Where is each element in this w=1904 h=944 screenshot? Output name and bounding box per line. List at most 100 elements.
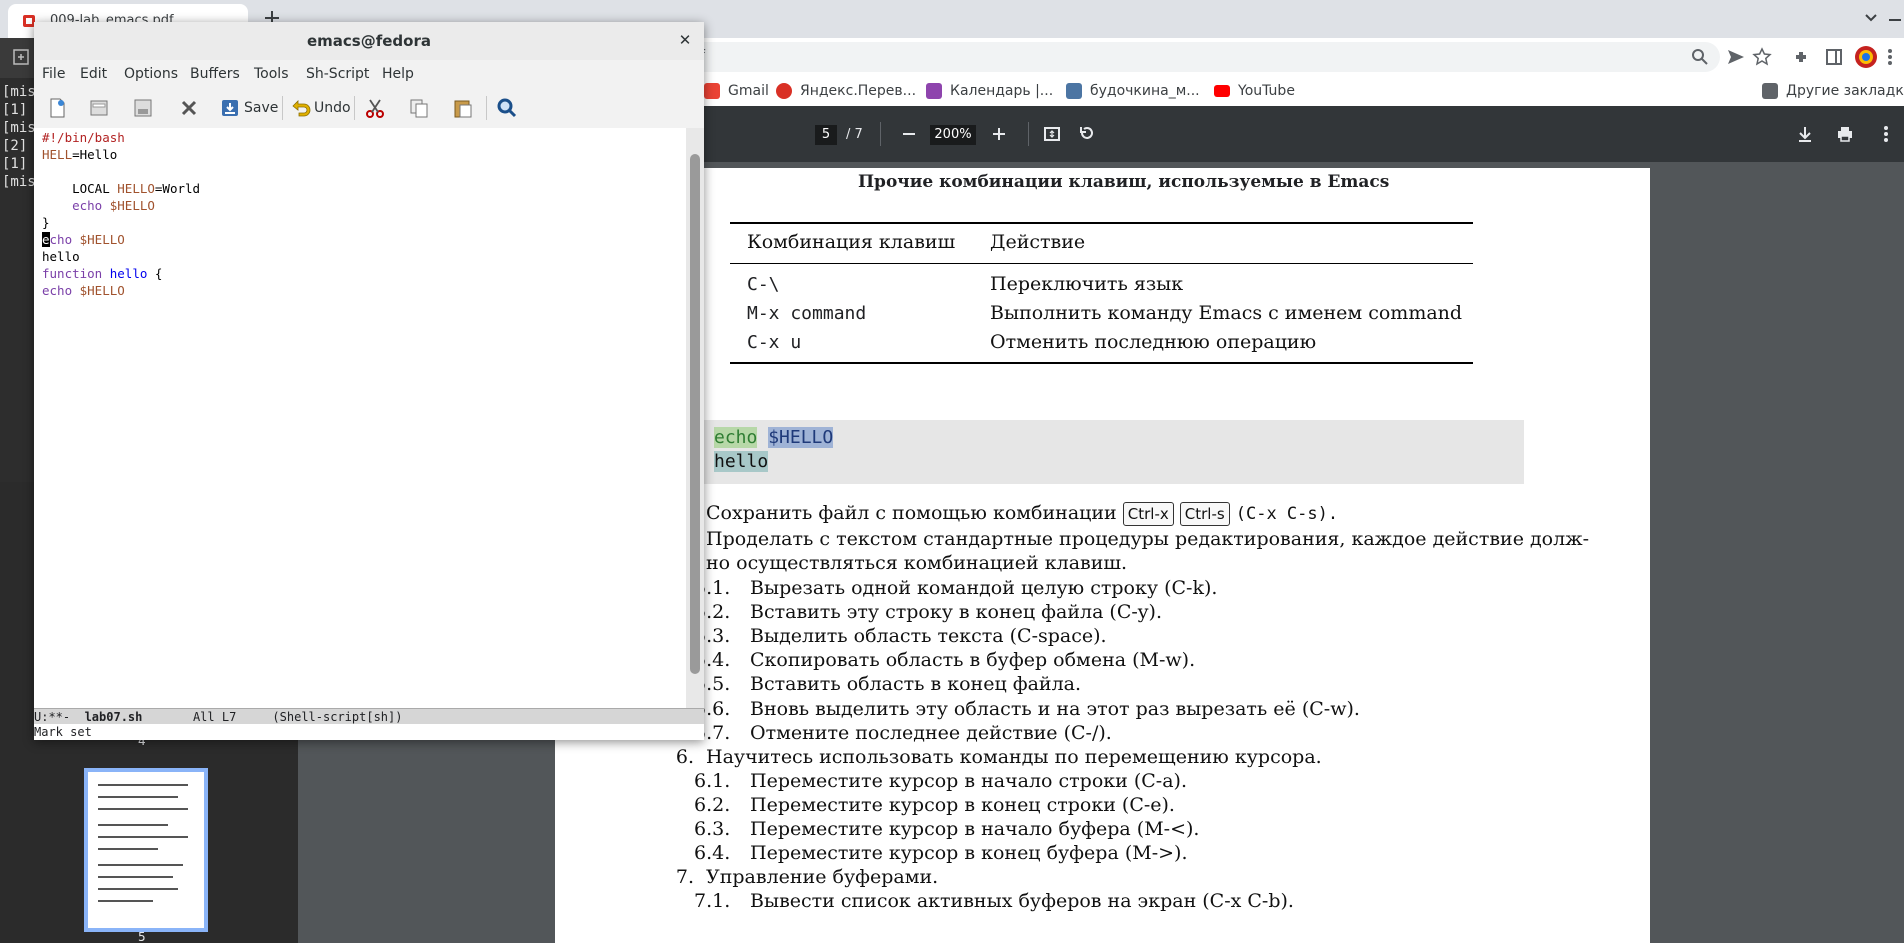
emacs-buffer[interactable]: #!/bin/bash HELL=Hello LOCAL HELLO=World… (34, 128, 686, 708)
thumbnail-text-line (98, 848, 158, 850)
paragraph-line: Проделать с текстом стандартные процедур… (706, 528, 1590, 550)
list-item-text: Вывести список активных буферов на экран… (750, 890, 1294, 912)
list-item-number: 7. (675, 866, 694, 888)
list-item-text: Управление буферами. (706, 866, 939, 888)
zoom-icon[interactable] (1690, 47, 1710, 67)
thumbnail-text-line (98, 864, 183, 866)
terminal-window[interactable]: [mis [1] [mis [2] [1] [mis (0, 38, 36, 482)
list-item-text: Переместите курсор в начало буфера (M-<)… (750, 818, 1200, 840)
address-bar[interactable]: f (680, 42, 1720, 72)
code-line: HELL=Hello (42, 147, 117, 162)
send-icon[interactable] (1726, 47, 1746, 67)
modeline-buffer-name: lab07.sh (84, 710, 143, 724)
terminal-line: [mis (2, 84, 36, 100)
list-item-number: 6.1. (694, 770, 731, 792)
list-item-text: Вставить эту строку в конец файла (C-y). (750, 601, 1162, 623)
table-cell-key: C-\ (747, 274, 780, 295)
save-button[interactable]: Save (220, 97, 278, 119)
profile-avatar[interactable] (1854, 45, 1878, 69)
code-text: =World (154, 181, 201, 196)
copy-icon[interactable] (408, 97, 430, 119)
bookmark-yandex-translate[interactable]: Яндекс.Перев... (776, 81, 916, 101)
print-icon[interactable] (1835, 124, 1855, 144)
terminal-tab[interactable] (0, 38, 34, 78)
code-line: #!/bin/bash (42, 130, 125, 145)
code-line: } (42, 215, 50, 230)
menu-tools[interactable]: Tools (254, 66, 289, 82)
code-keyword: echo (42, 283, 73, 298)
page-thumbnail[interactable] (84, 768, 208, 932)
bookmark-other-folder[interactable]: Другие закладки (1762, 81, 1904, 101)
bookmark-calendar[interactable]: Календарь |... (926, 81, 1053, 101)
emacs-toolbar: Save Undo (34, 88, 704, 129)
bookmark-label: Календарь |... (950, 83, 1054, 99)
key-badge: Ctrl-x (1122, 502, 1174, 526)
menu-sh-script[interactable]: Sh-Script (306, 66, 369, 82)
menu-options[interactable]: Options (124, 66, 178, 82)
code-line: function hello { (42, 266, 162, 281)
cut-icon[interactable] (364, 97, 386, 119)
code-keyword: echo (714, 427, 758, 448)
sidepanel-icon[interactable] (1824, 47, 1844, 67)
list-item-text: Скопировать область в буфер обмена (M-w)… (750, 649, 1196, 671)
code-variable: $HELLO (102, 198, 155, 213)
more-vert-icon[interactable] (1876, 124, 1896, 144)
emacs-scrollbar[interactable] (686, 128, 704, 708)
save-disk-icon[interactable] (132, 97, 154, 119)
thumbnail-text-line (98, 824, 168, 826)
kebab-menu-icon[interactable] (1880, 47, 1900, 67)
list-item-text: Переместите курсор в конец буфера (M->). (750, 842, 1188, 864)
save-icon (222, 100, 238, 116)
bookmark-youtube[interactable]: YouTube (1214, 81, 1295, 101)
search-icon[interactable] (496, 97, 518, 119)
thumbnail-text-line (98, 784, 188, 786)
close-buffer-icon[interactable] (178, 97, 200, 119)
table-header-key: Комбинация клавиш (747, 231, 956, 253)
divider (1028, 122, 1029, 146)
divider (486, 96, 487, 120)
key-badge: Ctrl-s (1179, 502, 1230, 526)
close-icon[interactable]: ✕ (676, 31, 694, 49)
chevron-down-icon[interactable] (1862, 8, 1880, 26)
undo-button[interactable]: Undo (290, 97, 351, 119)
menu-help[interactable]: Help (382, 66, 414, 82)
code-text: { (147, 266, 163, 281)
paragraph-line: но осуществляться комбинацией клавиш. (706, 552, 1128, 574)
scrollbar-thumb[interactable] (690, 154, 700, 674)
list-item-number: 6.4. (694, 842, 731, 864)
thumbnail-text-line (98, 900, 153, 902)
new-file-icon[interactable] (46, 97, 68, 119)
minimize-icon[interactable] (1886, 6, 1904, 24)
extensions-icon[interactable] (1792, 47, 1812, 67)
bookmark-vk[interactable]: будочкина_м... (1066, 81, 1200, 101)
page-number-input[interactable]: 5 (815, 125, 837, 145)
menu-edit[interactable]: Edit (80, 66, 107, 82)
code-keyword: cho (49, 232, 73, 247)
terminal-line: [1] (2, 102, 28, 118)
table-rule-mid (730, 263, 1473, 264)
menu-file[interactable]: File (42, 66, 65, 82)
divider (282, 96, 283, 120)
bookmark-gmail[interactable]: Gmail (704, 81, 769, 101)
gmail-icon (704, 83, 720, 99)
window-title: emacs@fedora (306, 32, 431, 50)
thumbnail-text-line (98, 888, 178, 890)
table-rule-top (730, 222, 1473, 224)
fit-page-icon[interactable] (1042, 124, 1062, 144)
star-icon[interactable] (1752, 47, 1772, 67)
emacs-menubar: File Edit Options Buffers Tools Sh-Scrip… (34, 60, 704, 88)
thumbnail-text-line (98, 876, 173, 878)
zoom-input[interactable]: 200% (930, 125, 976, 145)
download-icon[interactable] (1795, 124, 1815, 144)
zoom-in-icon[interactable] (989, 124, 1009, 144)
menu-buffers[interactable]: Buffers (190, 66, 240, 82)
zoom-out-icon[interactable] (899, 124, 919, 144)
emacs-titlebar[interactable]: emacs@fedora ✕ (34, 22, 704, 61)
thumbnail-label: 5 (138, 930, 146, 944)
paste-icon[interactable] (452, 97, 474, 119)
rotate-icon[interactable] (1077, 124, 1097, 144)
page-total: / 7 (846, 127, 863, 142)
list-item-number: 6.2. (694, 794, 731, 816)
open-folder-icon[interactable] (88, 97, 110, 119)
thumbnail-text-line (98, 808, 188, 810)
